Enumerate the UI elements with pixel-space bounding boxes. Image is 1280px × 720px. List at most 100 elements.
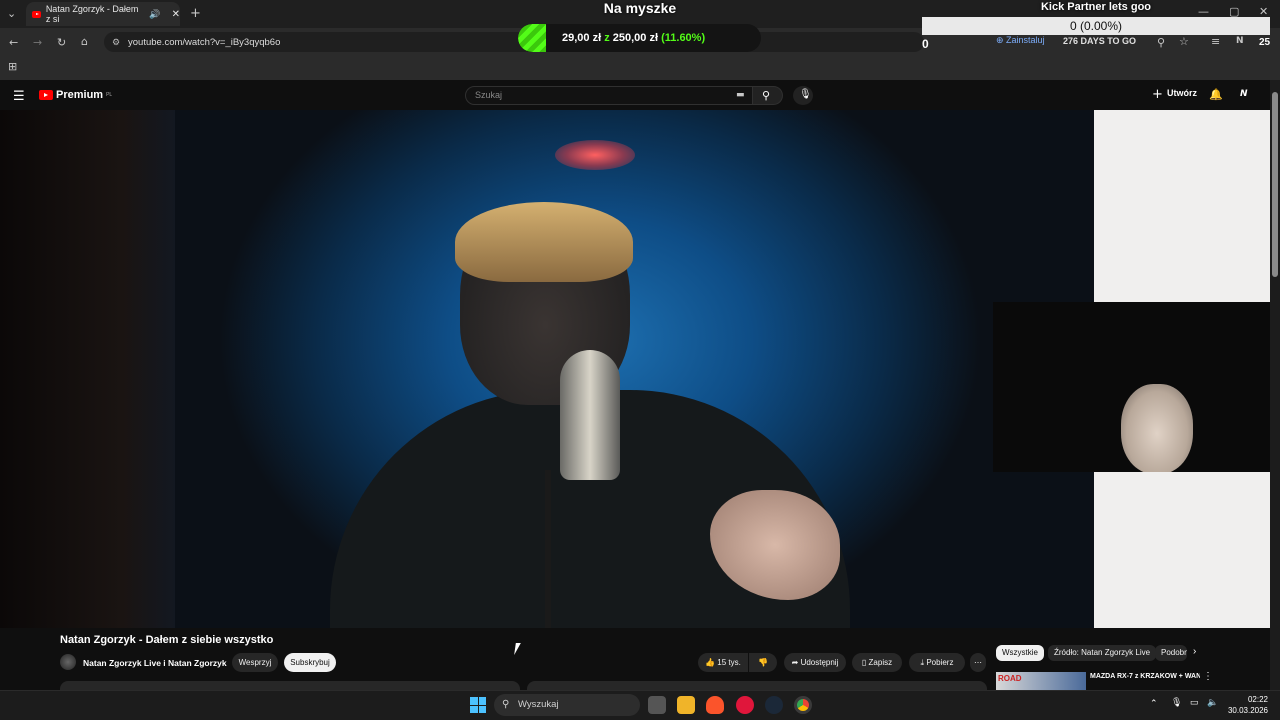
tab-list-icon[interactable]: ⌄	[7, 7, 16, 20]
stream-title: Na myszke	[603, 0, 677, 16]
search-icon: ⚲	[762, 89, 771, 102]
webcam-overlay	[993, 302, 1280, 472]
goal-current: 29,00 zł	[562, 32, 602, 44]
channel-avatar[interactable]	[60, 654, 76, 670]
new-tab-icon[interactable]: +	[190, 6, 201, 21]
steam-icon[interactable]	[765, 696, 783, 714]
donation-goal-text: 29,00 zł z 250,00 zł (11.60%)	[562, 32, 705, 44]
share-icon: ➦	[791, 658, 801, 667]
file-explorer-icon[interactable]	[677, 696, 695, 714]
chip-similar[interactable]: Podobne	[1155, 645, 1187, 661]
volume-icon[interactable]: 🔈	[1207, 697, 1218, 708]
task-view-icon[interactable]	[648, 696, 666, 714]
zoom-icon[interactable]: ⚲	[1157, 36, 1165, 49]
account-avatar[interactable]: N	[1240, 89, 1248, 99]
microphone-icon: 🎙	[799, 89, 812, 100]
comments-box[interactable]	[527, 681, 987, 690]
share-button[interactable]: ➦ Udostępnij	[784, 653, 846, 672]
kick-goal-title: Kick Partner lets goo	[1040, 1, 1152, 13]
goal-separator: z	[604, 32, 610, 44]
video-mic-stand	[545, 470, 551, 628]
logo-region: PL	[106, 92, 113, 98]
keyboard-icon[interactable]: ▬	[736, 90, 745, 100]
video-microphone	[560, 350, 620, 480]
like-count: 15 tys.	[717, 658, 741, 667]
kick-goal-progress: 0 (0.00%)	[922, 17, 1270, 35]
logo-text: Premium	[56, 89, 104, 101]
search-button[interactable]: ⚲	[753, 86, 783, 105]
youtube-premium-logo[interactable]: Premium PL	[39, 89, 112, 101]
url-field[interactable]: ⚙ youtube.com/watch?v=_iBy3qyqb6o	[104, 32, 924, 52]
goal-target: 250,00 zł	[612, 32, 659, 44]
reading-list-icon[interactable]: ≡	[1211, 35, 1220, 48]
chevron-right-icon[interactable]: ›	[1193, 646, 1196, 657]
bookmark-icon: ▯	[861, 658, 869, 667]
taskbar-clock[interactable]: 02:22 30.03.2026	[1224, 694, 1268, 716]
recommended-video-thumbnail[interactable]: ROAD	[996, 672, 1086, 690]
close-tab-icon[interactable]: ✕	[172, 9, 180, 20]
like-button[interactable]: 👍 15 tys.	[698, 653, 748, 672]
search-input[interactable]: Szukaj	[465, 86, 753, 105]
kick-goal-count: 0	[922, 37, 929, 51]
support-button[interactable]: Wesprzyj	[232, 653, 278, 672]
create-button[interactable]: Utwórz	[1151, 88, 1197, 98]
donation-goal-fill	[518, 24, 546, 52]
video-lamp-light	[555, 140, 635, 170]
corner-number: 25	[1259, 37, 1271, 48]
save-button[interactable]: ▯ Zapisz	[852, 653, 902, 672]
profile-icon[interactable]: N	[1236, 36, 1244, 46]
days-left-text: 276 DAYS TO GO	[1063, 36, 1137, 46]
back-icon[interactable]: ←	[9, 36, 18, 49]
subscribe-button[interactable]: Subskrybuj	[284, 653, 336, 672]
video-title: Natan Zgorzyk - Dałem z siebie wszystko	[60, 634, 274, 646]
chip-all[interactable]: Wszystkie	[996, 645, 1044, 661]
voice-search-button[interactable]: 🎙	[793, 86, 813, 105]
site-info-icon[interactable]: ⚙	[112, 37, 120, 48]
bookmarks-bar: ⊞	[0, 56, 1280, 80]
tray-chevron-up-icon[interactable]: ⌃	[1150, 698, 1158, 709]
windows-start-icon[interactable]	[470, 697, 486, 713]
media-player-icon[interactable]	[736, 696, 754, 714]
brave-browser-icon[interactable]	[706, 696, 724, 714]
network-icon[interactable]: ▭	[1190, 697, 1199, 708]
thumbs-up-icon: 👍	[705, 658, 718, 667]
dislike-button[interactable]: 👎	[749, 653, 777, 672]
thumbnail-text: ROAD	[998, 674, 1022, 683]
bookmark-star-icon[interactable]: ☆	[1179, 35, 1189, 48]
speaker-icon[interactable]: 🔊	[149, 9, 160, 20]
windows-taskbar	[0, 690, 1280, 720]
scrollbar-thumb[interactable]	[1272, 92, 1278, 277]
mouse-cursor-icon	[514, 643, 526, 655]
browser-tab[interactable]: Natan Zgorzyk - Dałem z si 🔊 ✕	[26, 2, 180, 26]
clock-date: 30.03.2026	[1227, 706, 1268, 715]
tray-mic-icon[interactable]: 🎙	[1171, 697, 1182, 708]
chrome-icon[interactable]	[794, 696, 812, 714]
forward-icon[interactable]: →	[33, 36, 42, 49]
more-dots-icon: ⋯	[974, 658, 982, 667]
notifications-bell-icon[interactable]: 🔔	[1209, 88, 1223, 101]
tab-title: Natan Zgorzyk - Dałem z si	[45, 4, 139, 24]
recommended-more-icon[interactable]: ⋮	[1203, 671, 1213, 682]
youtube-logo-icon	[39, 90, 53, 100]
more-actions-button[interactable]: ⋯	[970, 653, 986, 672]
video-player[interactable]	[0, 110, 1094, 628]
donation-goal-bar: 29,00 zł z 250,00 zł (11.60%)	[518, 24, 761, 52]
reload-icon[interactable]: ↻	[57, 36, 66, 49]
download-button[interactable]: ⤓ Pobierz	[909, 653, 965, 672]
webcam-face	[1121, 384, 1193, 472]
description-box[interactable]	[60, 681, 520, 690]
chip-source[interactable]: Źródło: Natan Zgorzyk Live	[1048, 645, 1157, 661]
clock-time: 02:22	[1247, 695, 1268, 704]
taskbar-search[interactable]: ⚲ Wyszukaj	[494, 694, 640, 716]
url-text: youtube.com/watch?v=_iBy3qyqb6o	[128, 36, 281, 48]
taskbar-search-icon: ⚲	[502, 699, 510, 710]
goal-percent: (11.60%)	[661, 32, 706, 44]
home-icon[interactable]: ⌂	[81, 35, 88, 48]
install-icon: ⊕	[996, 35, 1007, 45]
channel-name[interactable]: Natan Zgorzyk Live i Natan Zgorzyk	[83, 658, 227, 668]
recommended-video-title[interactable]: MAZDA RX-7 z KRZAKÓW + WANKEL bez KOMPRE…	[1090, 673, 1200, 680]
video-dark-edge	[0, 110, 175, 628]
apps-grid-icon[interactable]: ⊞	[8, 60, 17, 73]
menu-icon[interactable]: ☰	[13, 89, 25, 104]
install-button[interactable]: ⊕ Zainstaluj	[996, 35, 1045, 49]
